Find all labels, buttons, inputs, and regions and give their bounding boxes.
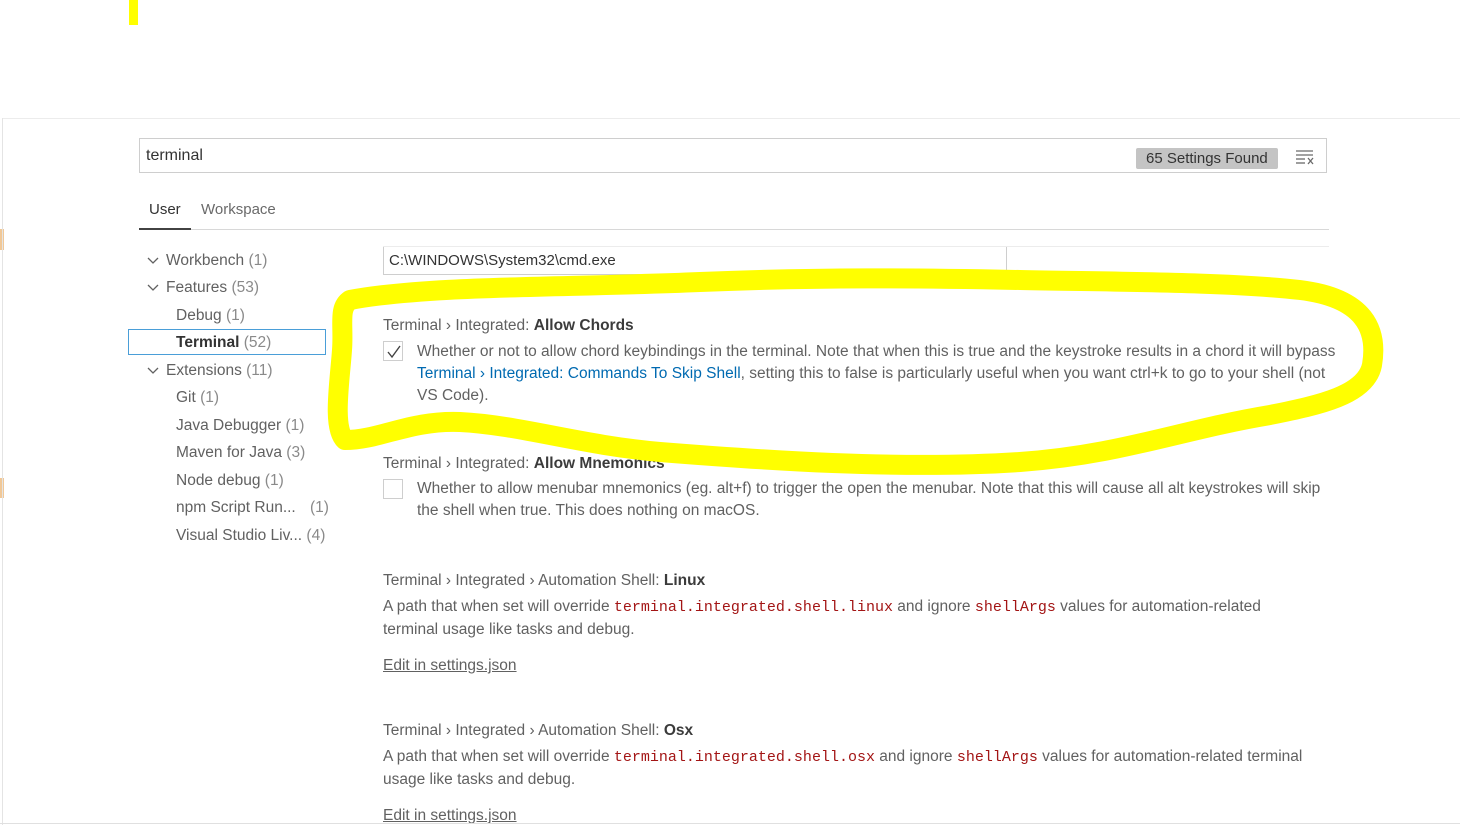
setting-title-automation-shell-osx: Terminal › Integrated › Automation Shell… — [383, 722, 694, 739]
toc-item-java-debugger[interactable]: Java Debugger (1) — [176, 417, 304, 435]
setting-desc-allow-mnemonics: Whether to allow menubar mnemonics (eg. … — [417, 480, 1321, 519]
allow-mnemonics-checkbox[interactable] — [383, 479, 403, 499]
highlight-annotation — [327, 268, 1384, 475]
setting-desc-allow-chords: Whether or not to allow chord keybinding… — [417, 343, 1336, 404]
checkmark-icon — [387, 345, 401, 359]
allow-chords-checkbox[interactable] — [383, 341, 403, 361]
toc-item-npm-script-runner[interactable]: npm Script Run... (1) — [176, 499, 329, 517]
commands-to-skip-shell-link[interactable]: Terminal › Integrated: Commands To Skip … — [417, 365, 741, 382]
setting-title-automation-shell-linux: Terminal › Integrated › Automation Shell… — [383, 572, 706, 589]
setting-title-allow-mnemonics: Terminal › Integrated: Allow Mnemonics — [383, 455, 665, 472]
toc-item-debug[interactable]: Debug (1) — [176, 307, 245, 325]
edit-in-settings-json-link[interactable]: Edit in settings.json — [383, 657, 517, 675]
toc-item-git[interactable]: Git (1) — [176, 389, 219, 407]
setting-desc-automation-shell-osx: A path that when set will override termi… — [383, 748, 1303, 788]
editor-top-border — [2, 118, 1460, 119]
toc-item-features[interactable]: Features (53) — [166, 279, 259, 297]
bottom-border — [0, 823, 1460, 824]
toc-item-maven-for-java[interactable]: Maven for Java (3) — [176, 444, 305, 462]
chevron-down-icon[interactable] — [146, 254, 160, 268]
toc-item-visual-studio-live[interactable]: Visual Studio Liv... (4) — [176, 527, 325, 545]
setting-title-allow-chords: Terminal › Integrated: Allow Chords — [383, 317, 634, 334]
toc-item-terminal[interactable]: Terminal (52) — [176, 334, 271, 352]
chevron-down-icon[interactable] — [146, 364, 160, 378]
toc-item-extensions[interactable]: Extensions (11) — [166, 362, 273, 380]
shell-path-field[interactable]: C:\WINDOWS\System32\cmd.exe — [383, 247, 1007, 275]
setting-desc-automation-shell-linux: A path that when set will override termi… — [383, 598, 1261, 638]
editor-left-border — [2, 118, 3, 825]
tab-user[interactable]: User — [139, 201, 191, 230]
toc-item-node-debug[interactable]: Node debug (1) — [176, 472, 284, 490]
tab-workspace[interactable]: Workspace — [201, 201, 276, 218]
settings-scope-tabs: User Workspace — [139, 192, 1329, 230]
yellow-mark — [129, 0, 138, 25]
toc-item-workbench[interactable]: Workbench (1) — [166, 252, 267, 270]
settings-found-badge: 65 Settings Found — [1136, 148, 1278, 169]
search-input[interactable] — [146, 147, 1106, 165]
clear-filter-icon[interactable] — [1295, 148, 1315, 166]
chevron-down-icon[interactable] — [146, 281, 160, 295]
settings-search-box: 65 Settings Found — [139, 138, 1327, 173]
